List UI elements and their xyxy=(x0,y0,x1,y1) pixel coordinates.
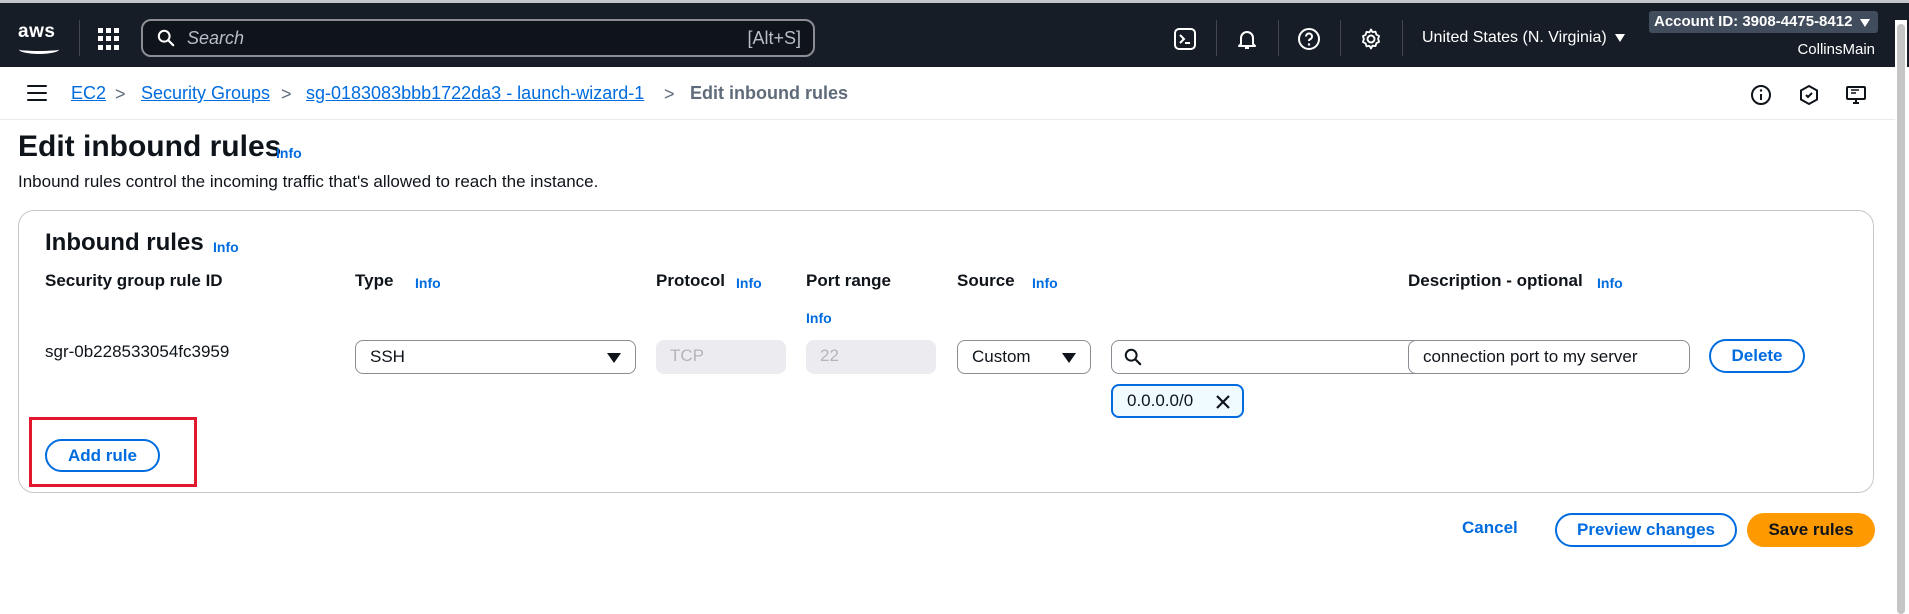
search-icon xyxy=(157,29,175,47)
account-menu[interactable]: Account ID: 3908-4475-8412 xyxy=(1649,11,1879,33)
nav-divider xyxy=(79,20,80,56)
services-grid-icon[interactable] xyxy=(98,28,120,50)
scrollbar-thumb[interactable] xyxy=(1897,24,1905,614)
breadcrumb-ec2[interactable]: EC2 xyxy=(71,83,106,104)
source-info-link[interactable]: Info xyxy=(1032,275,1058,291)
breadcrumb-security-groups[interactable]: Security Groups xyxy=(141,83,270,104)
hexagon-settings-icon[interactable] xyxy=(1798,84,1820,106)
chevron-right-icon: > xyxy=(281,84,292,104)
region-label: United States (N. Virginia) xyxy=(1422,29,1607,46)
preview-changes-button[interactable]: Preview changes xyxy=(1555,513,1737,547)
menu-icon[interactable] xyxy=(27,85,47,101)
caret-down-icon xyxy=(607,353,621,363)
page-title: Edit inbound rules xyxy=(18,130,282,163)
type-select-value: SSH xyxy=(370,347,405,366)
protocol-field: TCP xyxy=(656,340,786,374)
source-cidr-token: 0.0.0.0/0 xyxy=(1111,384,1244,418)
aws-logo[interactable]: aws xyxy=(18,21,62,55)
column-rule-id: Security group rule ID xyxy=(45,271,223,290)
port-range-info-link[interactable]: Info xyxy=(806,310,832,326)
rule-id-value: sgr-0b228533054fc3959 xyxy=(45,342,230,361)
highlight-annotation xyxy=(29,417,197,487)
column-type: Type xyxy=(355,271,394,290)
caret-down-icon xyxy=(1062,353,1076,363)
global-search[interactable]: [Alt+S] xyxy=(141,19,815,57)
info-circle-icon[interactable] xyxy=(1750,84,1772,106)
port-range-field: 22 xyxy=(806,340,936,374)
description-input[interactable]: connection port to my server xyxy=(1408,340,1690,374)
vertical-scrollbar[interactable] xyxy=(1895,20,1907,614)
gear-icon[interactable] xyxy=(1359,27,1383,51)
cancel-button[interactable]: Cancel xyxy=(1462,518,1518,538)
feedback-screen-icon[interactable] xyxy=(1845,84,1867,106)
breadcrumb-current: Edit inbound rules xyxy=(690,83,848,103)
chevron-right-icon: > xyxy=(664,84,675,104)
column-description: Description - optional xyxy=(1408,271,1583,290)
protocol-info-link[interactable]: Info xyxy=(736,275,762,291)
column-source: Source xyxy=(957,271,1015,290)
source-type-select[interactable]: Custom xyxy=(957,340,1091,374)
nav-divider xyxy=(1216,20,1217,56)
breadcrumb-security-group[interactable]: sg-0183083bbb1722da3 - launch-wizard-1 xyxy=(306,83,644,104)
top-navigation: aws [Alt+S] United States (N. Virginia) … xyxy=(0,0,1909,67)
page-info-link[interactable]: Info xyxy=(276,145,302,161)
aws-smile-icon xyxy=(19,45,59,54)
source-type-value: Custom xyxy=(972,347,1031,366)
nav-divider xyxy=(1402,20,1403,56)
nav-divider xyxy=(1278,20,1279,56)
column-protocol: Protocol xyxy=(656,271,725,290)
breadcrumb-bar: EC2 > Security Groups > sg-0183083bbb172… xyxy=(0,67,1895,120)
inbound-rules-title: Inbound rules xyxy=(45,229,204,256)
close-icon[interactable] xyxy=(1214,393,1232,411)
search-shortcut: [Alt+S] xyxy=(747,28,801,48)
caret-down-icon xyxy=(1860,19,1871,27)
source-cidr-value: 0.0.0.0/0 xyxy=(1127,391,1194,410)
aws-logo-text: aws xyxy=(18,21,56,42)
bell-icon[interactable] xyxy=(1235,27,1259,51)
search-input[interactable] xyxy=(187,27,707,49)
account-id: Account ID: 3908-4475-8412 xyxy=(1654,13,1853,30)
description-info-link[interactable]: Info xyxy=(1597,275,1623,291)
cloudshell-icon[interactable] xyxy=(1173,27,1197,51)
page-description: Inbound rules control the incoming traff… xyxy=(18,172,599,191)
username[interactable]: CollinsMain xyxy=(1797,41,1875,58)
inbound-rules-container: Inbound rules Info Security group rule I… xyxy=(18,210,1874,493)
column-port-range: Port range xyxy=(806,271,892,290)
help-icon[interactable] xyxy=(1297,27,1321,51)
source-search-input[interactable] xyxy=(1111,340,1422,374)
inbound-rules-info-link[interactable]: Info xyxy=(213,239,239,255)
chevron-right-icon: > xyxy=(115,84,126,104)
delete-rule-button[interactable]: Delete xyxy=(1709,339,1805,373)
type-info-link[interactable]: Info xyxy=(415,275,441,291)
save-rules-button[interactable]: Save rules xyxy=(1747,513,1875,547)
type-select[interactable]: SSH xyxy=(355,340,636,374)
nav-divider xyxy=(1340,20,1341,56)
region-selector[interactable]: United States (N. Virginia) xyxy=(1422,29,1625,47)
caret-down-icon xyxy=(1614,33,1625,42)
search-icon xyxy=(1124,348,1142,366)
